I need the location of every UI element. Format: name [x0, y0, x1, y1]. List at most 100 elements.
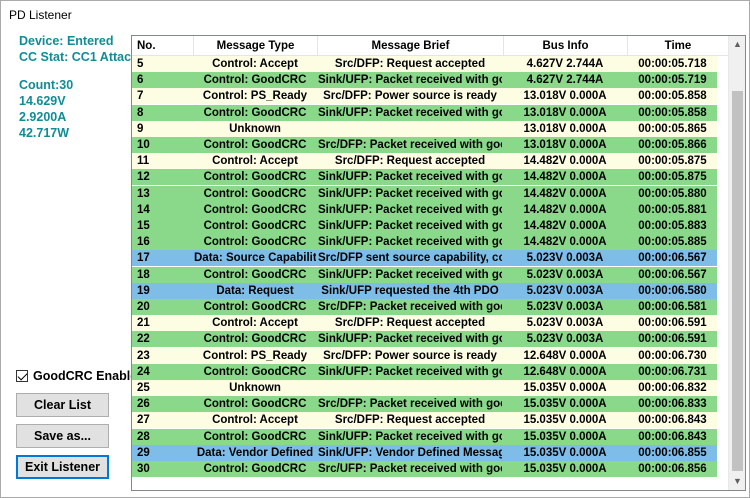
cell-no: 23 [137, 349, 150, 362]
vertical-scrollbar[interactable]: ▲ ▼ [728, 36, 745, 490]
current-readout: 2.9200A [19, 110, 67, 124]
cell-no: 22 [137, 333, 150, 346]
cell-time: 00:00:06.843 [638, 430, 707, 443]
cell-type: Control: GoodCRC [203, 268, 307, 281]
table-row[interactable]: 22 Control: GoodCRC Sink/UFP: Packet recei… [132, 331, 717, 348]
scroll-up-arrow-icon[interactable]: ▲ [729, 36, 745, 53]
cell-brief: Src/UFP: Packet received with good... [318, 463, 502, 475]
cell-no: 10 [137, 139, 150, 151]
cell-brief: Sink/UFP: Packet received with goo... [318, 268, 502, 281]
cell-type: Unknown [229, 122, 281, 135]
table-row[interactable]: 5 Control: Accept Src/DFP: Request accepte… [132, 56, 717, 72]
cell-brief [318, 380, 502, 396]
message-list[interactable]: No. Message Type Message Brief Bus Info … [131, 35, 746, 491]
cell-bus: 13.018V 0.000A [523, 122, 607, 135]
cell-time: 00:00:06.843 [638, 414, 707, 427]
cell-time: 00:00:06.580 [638, 284, 707, 297]
cell-bus: 15.035V 0.000A [523, 463, 607, 475]
cell-time: 00:00:05.858 [638, 106, 707, 119]
cell-bus: 15.035V 0.000A [523, 414, 607, 427]
cell-bus: 5.023V 0.003A [526, 333, 604, 346]
table-row[interactable]: 26 Control: GoodCRC Src/DFP: Packet receiv… [132, 396, 717, 413]
cell-time: 00:00:05.880 [638, 187, 707, 200]
cell-brief: Src/DFP: Power source is ready [323, 90, 497, 103]
cell-no: 15 [137, 220, 150, 232]
cell-bus: 15.035V 0.000A [523, 446, 607, 459]
cell-brief: Sink/UFP: Packet received with goo... [318, 236, 502, 249]
cell-time: 00:00:05.885 [638, 236, 707, 249]
cell-type: Data: Source Capability [194, 252, 316, 265]
column-header-time[interactable]: Time [628, 36, 728, 56]
checkbox-check-icon[interactable] [16, 370, 28, 382]
cell-brief: Sink/UFP: Packet received with goo... [318, 74, 502, 87]
table-row[interactable]: 17 Data: Source Capability Src/DFP sent so… [132, 250, 717, 267]
cell-type: Control: Accept [212, 414, 298, 427]
cell-bus: 5.023V 0.003A [526, 252, 604, 265]
cell-type: Control: GoodCRC [203, 236, 307, 249]
goodcrc-enable-checkbox[interactable]: GoodCRC Enable [16, 369, 137, 383]
cell-no: 30 [137, 463, 150, 475]
cell-brief: Sink/UFP: Packet received with goo... [318, 106, 502, 119]
table-row[interactable]: 14 Control: GoodCRC Sink/UFP: Packet recei… [132, 201, 717, 218]
cell-no: 19 [137, 284, 150, 297]
list-header: No. Message Type Message Brief Bus Info … [132, 36, 728, 56]
cell-brief: Src/DFP sent source capability, cont... [318, 252, 502, 265]
table-row[interactable]: 6 Control: GoodCRC Sink/UFP: Packet receiv… [132, 72, 717, 89]
table-row[interactable]: 23 Control: PS_Ready Src/DFP: Power source… [132, 347, 717, 364]
cell-time: 00:00:06.833 [638, 398, 707, 411]
cell-type: Control: GoodCRC [203, 430, 307, 443]
column-header-message-brief[interactable]: Message Brief [318, 36, 504, 56]
table-row[interactable]: 28 Control: GoodCRC Sink/UFP: Packet recei… [132, 428, 717, 445]
cell-brief: Src/DFP: Request accepted [334, 317, 486, 330]
cell-bus: 14.482V 0.000A [523, 155, 607, 168]
table-row[interactable]: 7 Control: PS_Ready Src/DFP: Power source … [132, 88, 717, 105]
cell-type: Data: Request [216, 284, 294, 297]
scroll-down-arrow-icon[interactable]: ▼ [729, 473, 745, 490]
table-row[interactable]: 30 Control: GoodCRC Src/UFP: Packet receiv… [132, 461, 717, 477]
cell-type: Control: PS_Ready [202, 349, 308, 362]
table-row[interactable]: 19 Data: Request Sink/UFP requested the 4t… [132, 282, 717, 299]
cell-brief: Sink/UFP: Packet received with goo... [318, 187, 502, 200]
cell-bus: 4.627V 2.744A [526, 58, 604, 70]
voltage-readout: 14.629V [19, 94, 66, 108]
cell-no: 7 [137, 90, 144, 103]
exit-listener-button[interactable]: Exit Listener [16, 455, 109, 479]
table-row[interactable]: 16 Control: GoodCRC Sink/UFP: Packet recei… [132, 234, 717, 251]
scrollbar-thumb[interactable] [732, 91, 743, 471]
table-row[interactable]: 13 Control: GoodCRC Sink/UFP: Packet recei… [132, 185, 717, 202]
cell-brief: Src/DFP: Request accepted [334, 58, 486, 70]
cell-bus: 14.482V 0.000A [523, 171, 607, 184]
table-row[interactable]: 18 Control: GoodCRC Sink/UFP: Packet recei… [132, 266, 717, 283]
clear-list-button[interactable]: Clear List [16, 393, 109, 417]
cell-type: Data: Vendor Defined [196, 446, 314, 459]
cell-time: 00:00:05.875 [638, 171, 707, 184]
table-row[interactable]: 24 Control: GoodCRC Sink/UFP: Packet recei… [132, 363, 717, 380]
cell-no: 13 [137, 187, 150, 200]
save-as-button[interactable]: Save as... [16, 424, 109, 448]
table-row[interactable]: 29 Data: Vendor Defined Sink/UFP: Vendor D… [132, 444, 717, 461]
table-row[interactable]: 25 Unknown 15.035V 0.000A 00:00:06.832 [132, 380, 717, 396]
cell-brief: Sink/UFP: Vendor Defined Message [318, 446, 502, 459]
cell-no: 12 [137, 171, 150, 184]
table-row[interactable]: 11 Control: Accept Src/DFP: Request accept… [132, 153, 717, 170]
cell-no: 21 [137, 317, 150, 330]
cell-time: 00:00:05.719 [638, 74, 707, 87]
cell-no: 18 [137, 268, 150, 281]
cell-brief: Src/DFP: Packet received with good... [318, 398, 502, 411]
table-row[interactable]: 12 Control: GoodCRC Sink/UFP: Packet recei… [132, 169, 717, 186]
cell-bus: 12.648V 0.000A [523, 365, 607, 378]
column-header-no[interactable]: No. [132, 36, 194, 56]
table-row[interactable]: 9 Unknown 13.018V 0.000A 00:00:05.865 [132, 120, 717, 137]
table-row[interactable]: 8 Control: GoodCRC Sink/UFP: Packet receiv… [132, 104, 717, 121]
cell-type: Control: Accept [212, 155, 298, 168]
table-row[interactable]: 27 Control: Accept Src/DFP: Request accept… [132, 412, 717, 429]
column-header-bus-info[interactable]: Bus Info [504, 36, 628, 56]
table-row[interactable]: 20 Control: GoodCRC Src/DFP: Packet receiv… [132, 299, 717, 315]
table-row[interactable]: 15 Control: GoodCRC Sink/UFP: Packet recei… [132, 218, 717, 234]
table-row[interactable]: 21 Control: Accept Src/DFP: Request accept… [132, 315, 717, 332]
cell-brief: Src/DFP: Request accepted [334, 414, 486, 427]
table-row[interactable]: 10 Control: GoodCRC Src/DFP: Packet receiv… [132, 137, 717, 153]
message-count: Count:30 [19, 78, 74, 92]
cell-bus: 5.023V 0.003A [526, 317, 604, 330]
column-header-message-type[interactable]: Message Type [194, 36, 318, 56]
